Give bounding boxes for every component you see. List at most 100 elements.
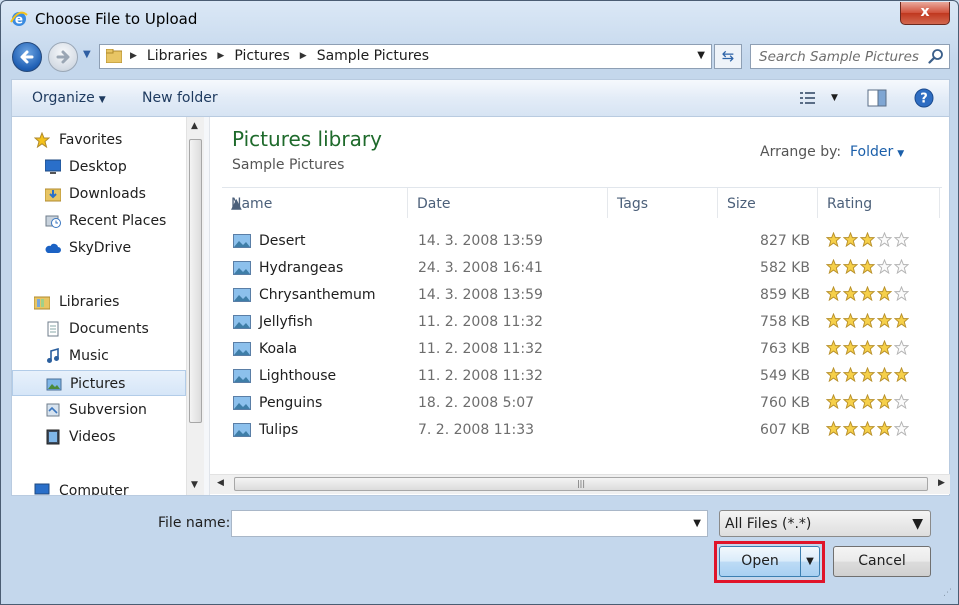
help-icon[interactable]: ? <box>914 88 934 108</box>
star-filled-icon[interactable] <box>843 394 858 409</box>
star-filled-icon[interactable] <box>843 259 858 274</box>
file-row[interactable]: Lighthouse 11. 2. 2008 11:32 549 KB <box>222 364 942 391</box>
file-row[interactable]: Chrysanthemum 14. 3. 2008 13:59 859 KB <box>222 283 942 310</box>
star-empty-icon[interactable] <box>877 259 892 274</box>
star-filled-icon[interactable] <box>894 367 909 382</box>
organize-button[interactable]: Organize ▼ <box>32 90 106 106</box>
file-rating[interactable] <box>826 232 911 247</box>
star-filled-icon[interactable] <box>843 421 858 436</box>
nav-item-skydrive[interactable]: SkyDrive <box>12 235 186 261</box>
nav-item-downloads[interactable]: Downloads <box>12 181 186 207</box>
star-empty-icon[interactable] <box>894 421 909 436</box>
column-header-name[interactable]: ▲ Name <box>222 188 408 218</box>
scrollbar-thumb[interactable] <box>189 139 202 423</box>
star-filled-icon[interactable] <box>843 367 858 382</box>
column-header-tags[interactable]: Tags <box>608 188 718 218</box>
nav-item-desktop[interactable]: Desktop <box>12 154 186 180</box>
file-rating[interactable] <box>826 421 911 436</box>
navigation-pane-scrollbar[interactable]: ▲ ▼ <box>186 117 204 495</box>
star-empty-icon[interactable] <box>877 232 892 247</box>
file-rating[interactable] <box>826 367 911 382</box>
star-filled-icon[interactable] <box>877 313 892 328</box>
star-filled-icon[interactable] <box>860 367 875 382</box>
file-row[interactable]: Penguins 18. 2. 2008 5:07 760 KB <box>222 391 942 418</box>
star-filled-icon[interactable] <box>877 394 892 409</box>
file-row[interactable]: Koala 11. 2. 2008 11:32 763 KB <box>222 337 942 364</box>
search-input[interactable]: Search Sample Pictures <box>759 49 919 65</box>
breadcrumb-separator-icon[interactable]: ▶ <box>126 51 141 61</box>
star-filled-icon[interactable] <box>826 340 841 355</box>
star-filled-icon[interactable] <box>860 394 875 409</box>
resize-grip-icon[interactable]: ⋰ <box>943 588 952 598</box>
scroll-up-icon[interactable]: ▲ <box>191 121 198 131</box>
open-options-dropdown[interactable]: ▼ <box>800 546 820 577</box>
refresh-button[interactable]: ⇆ <box>714 44 742 69</box>
file-row[interactable]: Tulips 7. 2. 2008 11:33 607 KB <box>222 418 942 445</box>
view-options-dropdown[interactable]: ▼ <box>831 93 838 103</box>
address-history-dropdown[interactable]: ▼ <box>697 50 705 61</box>
search-icon[interactable] <box>928 48 944 64</box>
column-header-date[interactable]: Date <box>408 188 608 218</box>
scroll-left-icon[interactable]: ◀ <box>217 478 224 488</box>
star-filled-icon[interactable] <box>826 286 841 301</box>
breadcrumb-sample-pictures[interactable]: Sample Pictures <box>311 48 435 64</box>
nav-item-libraries[interactable]: Libraries <box>12 289 186 315</box>
nav-item-recent-places[interactable]: Recent Places <box>12 208 186 234</box>
scroll-down-icon[interactable]: ▼ <box>191 480 198 490</box>
address-bar[interactable]: ▶ Libraries ▶ Pictures ▶ Sample Pictures… <box>99 44 712 69</box>
file-rating[interactable] <box>826 259 911 274</box>
file-row[interactable]: Hydrangeas 24. 3. 2008 16:41 582 KB <box>222 256 942 283</box>
star-empty-icon[interactable] <box>894 259 909 274</box>
breadcrumb-separator-icon[interactable]: ▶ <box>296 51 311 61</box>
change-view-icon[interactable] <box>799 90 819 106</box>
star-filled-icon[interactable] <box>860 286 875 301</box>
star-filled-icon[interactable] <box>826 313 841 328</box>
star-filled-icon[interactable] <box>826 367 841 382</box>
file-rating[interactable] <box>826 313 911 328</box>
preview-pane-icon[interactable] <box>867 89 887 107</box>
star-filled-icon[interactable] <box>877 421 892 436</box>
star-filled-icon[interactable] <box>860 421 875 436</box>
star-filled-icon[interactable] <box>860 232 875 247</box>
nav-item-computer[interactable]: Computer <box>12 478 186 495</box>
breadcrumb-separator-icon[interactable]: ▶ <box>213 51 228 61</box>
star-filled-icon[interactable] <box>860 340 875 355</box>
file-name-history-dropdown[interactable]: ▼ <box>693 518 701 529</box>
star-filled-icon[interactable] <box>843 313 858 328</box>
title-bar[interactable]: e Choose File to Upload x <box>1 1 958 37</box>
file-name-input[interactable]: ▼ <box>231 510 708 537</box>
open-button[interactable]: Open <box>719 546 801 577</box>
star-filled-icon[interactable] <box>826 421 841 436</box>
search-box[interactable]: Search Sample Pictures <box>750 44 950 69</box>
nav-item-documents[interactable]: Documents <box>12 316 186 342</box>
star-filled-icon[interactable] <box>877 286 892 301</box>
file-row[interactable]: Jellyfish 11. 2. 2008 11:32 758 KB <box>222 310 942 337</box>
nav-item-videos[interactable]: Videos <box>12 424 186 450</box>
star-filled-icon[interactable] <box>860 259 875 274</box>
recent-pages-dropdown[interactable]: ▼ <box>83 49 91 60</box>
star-filled-icon[interactable] <box>877 340 892 355</box>
new-folder-button[interactable]: New folder <box>142 90 218 106</box>
star-filled-icon[interactable] <box>877 367 892 382</box>
star-filled-icon[interactable] <box>826 232 841 247</box>
star-filled-icon[interactable] <box>826 259 841 274</box>
column-header-rating[interactable]: Rating <box>818 188 940 218</box>
file-type-select[interactable]: All Files (*.*) ▼ <box>719 510 931 537</box>
close-button[interactable]: x <box>900 2 950 25</box>
star-empty-icon[interactable] <box>894 340 909 355</box>
nav-item-subversion[interactable]: Subversion <box>12 397 186 423</box>
nav-item-favorites[interactable]: Favorites <box>12 127 186 153</box>
cancel-button[interactable]: Cancel <box>833 546 931 577</box>
star-filled-icon[interactable] <box>894 313 909 328</box>
star-filled-icon[interactable] <box>843 286 858 301</box>
column-header-size[interactable]: Size <box>718 188 818 218</box>
file-rating[interactable] <box>826 286 911 301</box>
scroll-right-icon[interactable]: ▶ <box>938 478 945 488</box>
star-filled-icon[interactable] <box>860 313 875 328</box>
forward-button[interactable] <box>48 42 78 72</box>
star-empty-icon[interactable] <box>894 286 909 301</box>
star-filled-icon[interactable] <box>826 394 841 409</box>
scrollbar-thumb[interactable]: ||| <box>234 477 928 491</box>
star-filled-icon[interactable] <box>843 232 858 247</box>
file-list-horizontal-scrollbar[interactable]: ◀ ||| ▶ <box>210 474 950 494</box>
